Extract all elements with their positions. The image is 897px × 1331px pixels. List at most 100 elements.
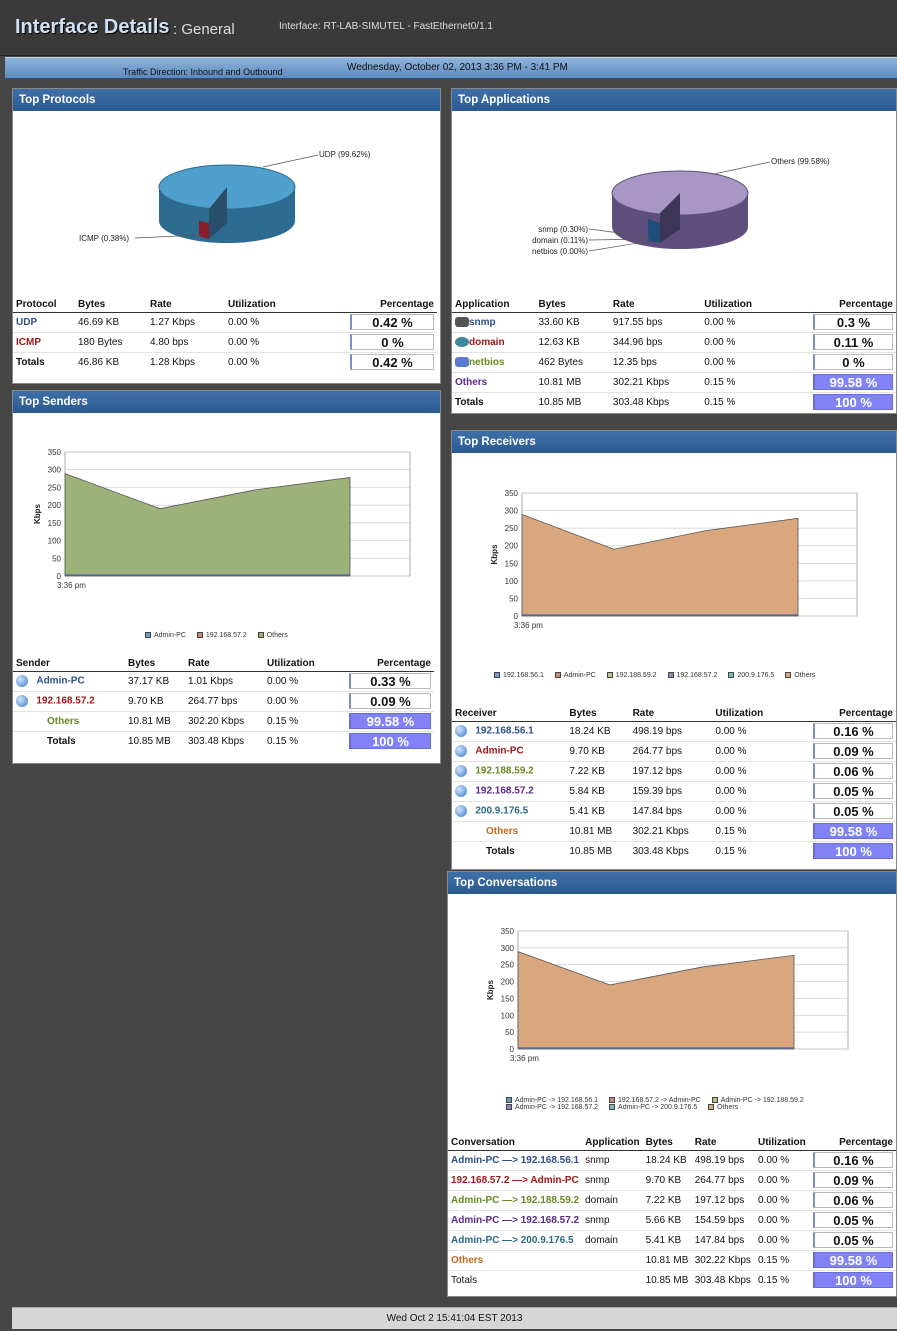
conversation-link[interactable]: Admin-PC —> 200.9.176.5	[451, 1235, 574, 1246]
sender-link[interactable]: Admin-PC	[36, 676, 84, 687]
conversation-link-others[interactable]: Others	[451, 1255, 483, 1266]
rate-cell: 264.77 bps	[691, 1170, 755, 1191]
receiver-link[interactable]: 192.188.59.2	[475, 766, 533, 777]
pie-slice-icmp	[199, 221, 209, 239]
col-header: Utilization	[701, 298, 810, 313]
legend-label: Admin-PC -> 200.9.176.5	[618, 1104, 698, 1111]
totals-label: Totals	[47, 735, 76, 747]
conversation-link[interactable]: Admin-PC —> 192.168.57.2	[451, 1215, 579, 1226]
col-header: Bytes	[125, 657, 185, 672]
rate-cell: 303.48 Kbps	[612, 396, 670, 408]
app-link-domain[interactable]: domain	[469, 337, 505, 348]
util-cell: 0.15 %	[757, 1274, 790, 1286]
totals-row: Totals 46.86 KB 1.28 Kbps 0.00 % 0.42 %	[13, 352, 437, 372]
network-icon	[455, 356, 469, 367]
percentage-badge: 0.06 %	[813, 1192, 893, 1208]
leader-line-udp	[262, 154, 319, 168]
bytes-cell: 10.85 MB	[569, 845, 613, 857]
date-range: Wednesday, October 02, 2013 3:36 PM - 3:…	[347, 62, 568, 73]
col-header: Percentage	[347, 298, 437, 313]
legend-swatch	[506, 1097, 512, 1103]
receiver-link[interactable]: 192.168.56.1	[475, 726, 533, 737]
bytes-cell: 7.22 KB	[566, 761, 630, 782]
percentage-badge: 99.58 %	[813, 1252, 893, 1268]
bytes-cell: 10.85 MB	[128, 735, 171, 747]
app-link-netbios[interactable]: netbios	[469, 357, 505, 368]
legend-label: Admin-PC	[563, 672, 596, 679]
util-cell: 0.00 %	[225, 312, 347, 333]
receiver-link-others[interactable]: Others	[486, 826, 518, 837]
chart-legend: 192.168.56.1 Admin-PC 192.188.59.2 192.1…	[494, 672, 824, 679]
sender-link[interactable]: 192.168.57.2	[36, 696, 94, 707]
conversation-link[interactable]: 192.168.57.2 —> Admin-PC	[451, 1175, 579, 1186]
info-bar: Traffic Direction: Inbound and Outbound …	[5, 57, 897, 79]
top-senders-panel: Top Senders 0 50 100 150 200 250 300 350 3:36 pm…	[12, 390, 441, 764]
col-header: Application	[582, 1136, 643, 1151]
interface-label: Interface: RT-LAB-SIMUTEL - FastEthernet…	[279, 21, 493, 32]
y-tick-label: 350	[48, 448, 62, 457]
table-row: Admin-PC —> 192.188.59.2 domain 7.22 KB …	[448, 1190, 896, 1211]
table-row: Admin-PC 9.70 KB 264.77 bps 0.00 % 0.09 …	[452, 741, 896, 762]
conversation-link[interactable]: Admin-PC —> 192.168.56.1	[451, 1155, 579, 1166]
y-tick-label: 0	[510, 1045, 515, 1054]
x-tick-label: 3:36 pm	[514, 621, 543, 630]
col-header: Application	[452, 298, 536, 313]
binoculars-icon	[455, 316, 469, 327]
bytes-cell: 10.85 MB	[538, 396, 582, 408]
y-tick-label: 250	[505, 524, 519, 533]
receiver-link[interactable]: 200.9.176.5	[475, 806, 528, 817]
rate-cell: 197.12 bps	[629, 761, 713, 782]
rate-cell: 302.21 Kbps	[629, 821, 713, 842]
x-tick-label: 3:36 pm	[510, 1054, 539, 1063]
app-link-others[interactable]: Others	[455, 377, 487, 388]
col-header: Rate	[147, 298, 225, 313]
legend-label: Admin-PC -> 192.168.56.1	[515, 1097, 599, 1104]
bytes-cell: 5.41 KB	[566, 801, 630, 822]
col-header: Bytes	[75, 298, 147, 313]
table-row: netbios 462 Bytes 12.35 bps 0.00 % 0 %	[452, 352, 896, 373]
protocol-link-udp[interactable]: UDP	[16, 317, 37, 328]
util-cell: 0.15 %	[715, 845, 747, 857]
col-header: Percentage	[810, 298, 896, 313]
conversation-link[interactable]: Admin-PC —> 192.188.59.2	[451, 1195, 579, 1206]
receiver-link[interactable]: 192.168.57.2	[475, 786, 533, 797]
rate-cell: 498.19 bps	[629, 721, 713, 742]
y-tick-label: 100	[505, 577, 519, 586]
percentage-badge: 0.42 %	[350, 354, 434, 371]
x-tick-label: 3:36 pm	[57, 581, 86, 590]
bytes-cell: 18.24 KB	[642, 1150, 692, 1171]
bytes-cell: 9.70 KB	[125, 691, 185, 712]
util-cell: 0.00 %	[712, 761, 810, 782]
receiver-link[interactable]: Admin-PC	[475, 746, 523, 757]
senders-area-chart: 0 50 100 150 200 250 300 350 3:36 pm Kbps	[33, 448, 411, 590]
panel-title: Top Applications	[452, 89, 896, 111]
y-tick-label: 300	[501, 944, 515, 953]
totals-label: Totals	[486, 845, 515, 857]
legend-swatch	[667, 672, 674, 678]
table-row: Admin-PC —> 192.168.56.1 snmp 18.24 KB 4…	[448, 1150, 896, 1171]
y-axis-label: Kbps	[490, 544, 499, 565]
y-tick-label: 100	[501, 1011, 515, 1020]
pie-label-others: Others (99.58%)	[771, 157, 830, 166]
util-cell: 0.00 %	[712, 721, 810, 742]
bytes-cell: 7.22 KB	[642, 1190, 692, 1211]
rate-cell: 154.59 bps	[691, 1210, 755, 1231]
totals-label: Totals	[451, 1274, 478, 1286]
pie-label-netbios: netbios (0.00%)	[532, 247, 588, 256]
legend-swatch	[785, 672, 792, 678]
bytes-cell: 10.85 MB	[645, 1274, 689, 1286]
util-cell: 0.00 %	[701, 312, 810, 333]
rate-cell: 1.27 Kbps	[147, 312, 225, 333]
sender-link-others[interactable]: Others	[47, 716, 79, 727]
y-tick-label: 200	[501, 978, 515, 987]
legend-swatch	[506, 1104, 512, 1110]
util-cell: 0.00 %	[701, 332, 810, 353]
globe-icon	[455, 765, 467, 777]
bytes-cell: 462 Bytes	[535, 352, 610, 373]
legend-swatch	[708, 1104, 715, 1110]
app-link-snmp[interactable]: snmp	[469, 317, 496, 328]
rate-cell: 302.21 Kbps	[609, 372, 702, 393]
col-header: Utilization	[712, 707, 810, 722]
bytes-cell: 10.81 MB	[535, 372, 610, 393]
protocol-link-icmp[interactable]: ICMP	[16, 337, 41, 348]
